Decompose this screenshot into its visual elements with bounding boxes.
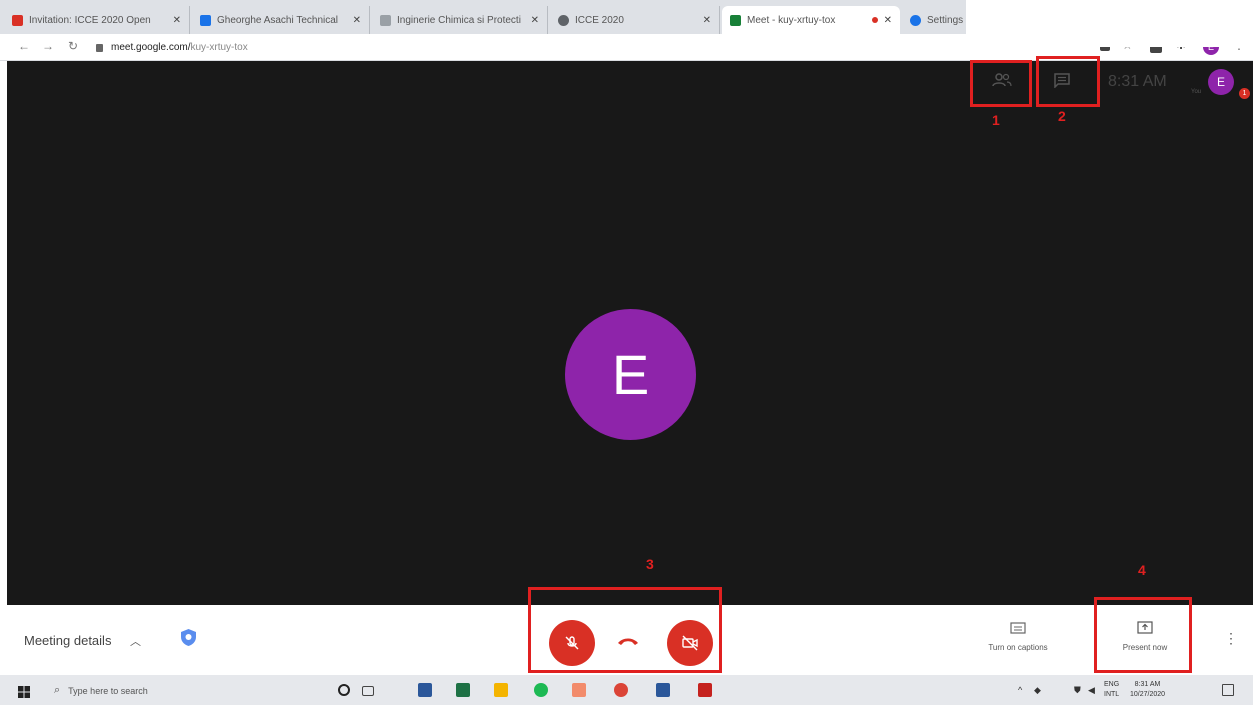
gmail-icon [12,14,23,26]
participant-avatar: E [565,309,696,440]
meeting-clock: 8:31 AM [1108,73,1167,90]
close-icon[interactable]: ✕ [884,15,892,26]
tab-meet[interactable]: Meet - kuy-xrtuy-tox ✕ [722,6,900,34]
tab-label: Inginerie Chimica si Protecti [397,14,521,26]
tab-label: Gheorghe Asachi Technical [217,14,339,26]
self-view-avatar[interactable]: E [1208,69,1234,95]
globe-icon [558,14,569,26]
lang-line2: INTL [1104,691,1120,698]
annotation-box-2 [1036,56,1100,107]
you-label: You [1191,89,1202,95]
tab-label: Invitation: ICCE 2020 Open [29,14,151,26]
tab-label: Meet - kuy-xrtuy-tox [747,14,836,26]
notification-badge: 1 [1239,88,1250,99]
app-icon[interactable] [698,683,712,697]
search-placeholder: Type here to search [68,685,148,696]
close-icon[interactable]: ✕ [531,15,539,26]
back-button[interactable]: ← [18,39,30,53]
tab-icce[interactable]: ICCE 2020 ✕ [550,6,720,34]
tab-label: ICCE 2020 [575,14,624,26]
spotify-icon[interactable] [534,683,548,697]
recording-indicator-icon [871,17,878,23]
captions-icon [1010,622,1026,634]
windows-start-icon[interactable] [18,686,30,698]
search-icon: ⌕ [54,684,61,696]
annotation-box-4 [1094,597,1192,673]
lock-icon [96,43,103,52]
clock-time: 8:31 AM [1134,681,1161,688]
site-icon [380,14,391,26]
tab-invitation[interactable]: Invitation: ICCE 2020 Open ✕ [4,6,190,34]
tab-university[interactable]: Gheorghe Asachi Technical ✕ [192,6,370,34]
meet-icon [730,14,741,26]
close-icon[interactable]: ✕ [173,15,181,26]
taskbar-clock[interactable]: 8:31 AM 10/27/2020 [1130,680,1165,700]
meeting-details-button[interactable]: Meeting details [24,633,111,648]
cortana-icon[interactable] [338,684,350,696]
volume-icon[interactable]: ◀ [1088,685,1095,696]
captions-label: Turn on captions [988,643,1048,652]
wifi-icon[interactable]: ◆ [1034,685,1041,696]
annotation-label-1: 1 [992,112,1000,128]
url-path: kuy-xrtuy-tox [190,42,248,53]
meet-top-bar [966,0,1253,47]
shield-icon[interactable]: ⛊ [1074,685,1081,696]
close-icon[interactable]: ✕ [353,15,361,26]
task-view-icon[interactable] [362,686,374,696]
file-explorer-icon[interactable] [418,683,432,697]
more-options-icon[interactable]: ⋮ [1224,630,1238,647]
shield-icon[interactable] [180,628,197,647]
address-bar[interactable]: meet.google.com/ kuy-xrtuy-tox [96,38,1076,57]
notification-center-icon[interactable] [1222,684,1234,696]
chevron-up-icon[interactable]: ︿ [130,633,141,649]
tab-inginerie[interactable]: Inginerie Chimica si Protecti ✕ [372,6,548,34]
word-icon[interactable] [656,683,670,697]
reload-button[interactable]: ↻ [68,39,78,53]
lang-line1: ENG [1104,681,1120,688]
chrome-icon[interactable] [614,683,628,697]
taskbar-search-box[interactable]: ⌕ Type here to search [54,684,148,697]
app-icon[interactable] [456,683,470,697]
url-host: meet.google.com/ [111,42,191,53]
annotation-label-2: 2 [1058,108,1066,124]
captions-button[interactable]: Turn on captions [968,621,1068,661]
close-icon[interactable]: ✕ [703,15,711,26]
site-icon [200,14,211,26]
annotation-box-3 [528,587,722,673]
app-icon[interactable] [572,683,586,697]
gear-icon [910,14,921,26]
folder-icon[interactable] [494,683,508,697]
annotation-label-4: 4 [1138,562,1146,578]
annotation-box-1 [970,60,1032,107]
language-indicator[interactable]: ENG INTL [1104,680,1119,700]
screen: Invitation: ICCE 2020 Open ✕ Gheorghe As… [0,0,1253,705]
annotation-label-3: 3 [646,556,654,572]
chevron-up-icon[interactable]: ^ [1018,685,1022,695]
clock-date: 10/27/2020 [1130,691,1166,698]
forward-button[interactable]: → [42,39,54,53]
